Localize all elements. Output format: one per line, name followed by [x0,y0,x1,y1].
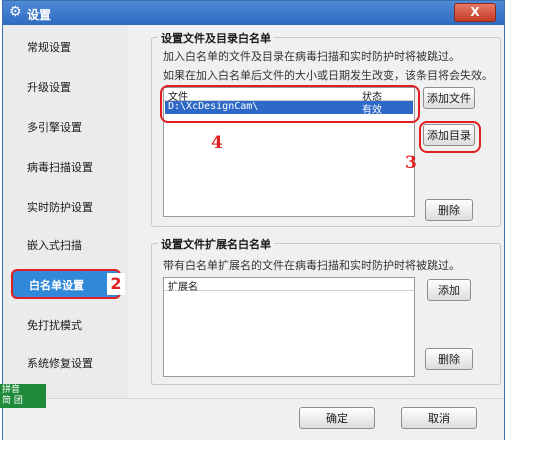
main-panel: 设置文件及目录白名单 加入白名单的文件及目录在病毒扫描和实时防护时将被跳过。 如… [133,25,503,398]
ext-whitelist-title: 设置文件扩展名白名单 [158,236,274,252]
annotation-number-2: 2 [107,273,125,295]
window-title: 设置 [27,8,52,22]
add-extension-button[interactable]: 添加 [427,279,471,301]
annotation-highlight-list [160,85,420,123]
sidebar-item-general[interactable]: 常规设置 [11,33,121,63]
add-file-button[interactable]: 添加文件 [423,87,475,109]
dialog-footer: 确定 取消 [3,398,504,440]
ok-button[interactable]: 确定 [299,407,375,429]
gear-icon: ⚙ [9,4,22,20]
file-whitelist-desc-2: 如果在加入白名单后文件的大小或日期发生改变，该条目将会失效。 [163,69,493,82]
sidebar-item-do-not-disturb[interactable]: 免打扰模式 [11,311,121,341]
sidebar: 常规设置 升级设置 多引擎设置 病毒扫描设置 实时防护设置 嵌入式扫描 白名单设… [3,25,128,398]
ime-mode-label: 拼音 [2,385,21,395]
annotation-number-4: 4 [211,133,223,153]
close-button[interactable]: X [454,3,496,22]
cancel-button[interactable]: 取消 [401,407,477,429]
add-directory-button[interactable]: 添加目录 [423,124,475,146]
extension-list[interactable]: 扩展名 [163,277,415,377]
annotation-number-3: 3 [405,153,417,173]
sidebar-item-multi-engine[interactable]: 多引擎设置 [11,113,121,143]
settings-window: ⚙ 设置 X 常规设置 升级设置 多引擎设置 病毒扫描设置 实时防护设置 嵌入式… [2,0,505,440]
sidebar-item-embedded-scan[interactable]: 嵌入式扫描 [11,231,121,261]
sidebar-item-system-repair[interactable]: 系统修复设置 [11,349,121,379]
delete-extension-button[interactable]: 删除 [425,348,473,370]
extension-list-header: 扩展名 [164,278,414,293]
column-extension[interactable]: 扩展名 [168,278,198,293]
sidebar-item-label: 白名单设置 [29,279,84,292]
title-bar[interactable]: ⚙ 设置 X [3,1,504,25]
ime-status-label: 简 团 [2,396,23,406]
file-whitelist-desc-1: 加入白名单的文件及目录在病毒扫描和实时防护时将被跳过。 [163,50,460,63]
ext-whitelist-desc: 带有白名单扩展名的文件在病毒扫描和实时防护时将被跳过。 [163,259,460,272]
delete-file-button[interactable]: 删除 [425,199,473,221]
sidebar-item-virus-scan[interactable]: 病毒扫描设置 [11,153,121,183]
sidebar-item-realtime[interactable]: 实时防护设置 [11,193,121,223]
ime-toolbar[interactable]: 拼音 简 团 [0,384,46,408]
sidebar-item-whitelist[interactable]: 白名单设置 2 [11,269,125,299]
file-whitelist-title: 设置文件及目录白名单 [158,30,274,46]
sidebar-item-update[interactable]: 升级设置 [11,73,121,103]
